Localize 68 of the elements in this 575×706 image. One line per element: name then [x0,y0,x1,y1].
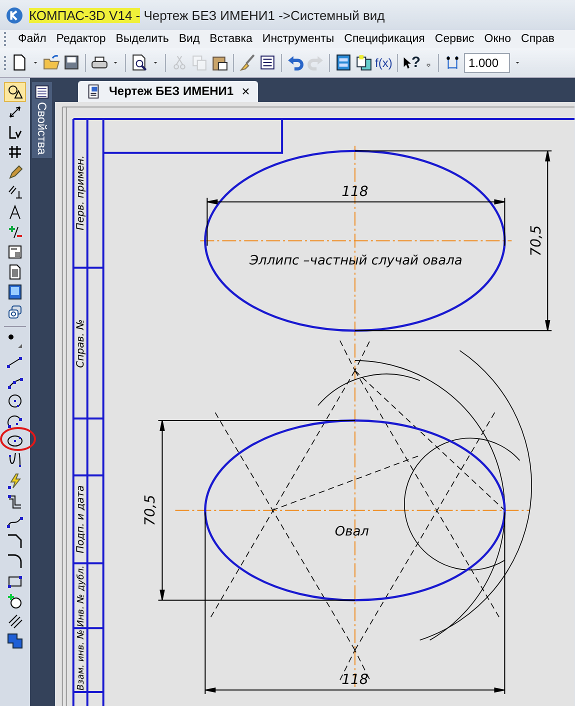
menu-item[interactable]: Вставка [210,33,252,45]
fill-icon [7,633,23,649]
folder-icon[interactable] [43,54,60,71]
shapes-icon [7,84,23,100]
document-icon [7,264,23,280]
library-icon[interactable] [355,54,372,71]
printer-icon[interactable] [91,54,108,71]
close-tab-button[interactable]: × [242,83,250,100]
roughness-icon [7,124,23,140]
compass-icon [7,204,23,220]
fragment-icon [7,244,23,260]
stamp-label: Подп. и дата [75,485,86,554]
menu-item[interactable]: Окно [484,33,512,45]
pencil-icon [7,164,23,180]
stamp-label: Взам. инв. № [76,630,86,691]
window-title: КОМПАС-3D V14 - Чертеж БЕЗ ИМЕНИ1 ->Системный вид [29,8,385,22]
menu-item[interactable]: Справ [521,33,554,45]
context-help-button[interactable]: ? [403,54,420,71]
stamp-label: Перв. примен. [75,155,86,230]
constraint-icon [7,184,23,200]
paste-icon[interactable] [211,54,228,71]
stepped-line-icon [7,493,23,509]
pointer-icon [403,56,412,70]
app-logo-icon [6,6,23,24]
chamfer-icon [7,533,23,549]
rectangle-icon [7,573,23,589]
scale-icon[interactable] [444,54,460,71]
ellipse-icon [7,433,23,449]
new-document-icon[interactable] [11,54,28,71]
spline-icon [7,453,23,469]
circle-icon [7,393,23,409]
point-icon [7,333,23,349]
formula-button[interactable]: f(x) [375,56,392,70]
properties-tab[interactable]: Свойства [32,82,52,158]
drawing-file-icon [86,84,101,99]
add-shape-icon [7,593,23,609]
list-icon[interactable] [259,54,276,71]
arc-icon [7,413,23,429]
dimension-value: 118 [342,184,368,200]
menu-item[interactable]: Редактор [56,33,106,45]
oval-caption: Овал [334,524,369,540]
hatch-icon [7,613,23,629]
dimension-value: 70,5 [528,225,545,256]
undo-icon[interactable] [287,54,304,71]
plus-minus-icon [7,224,23,240]
save-icon[interactable] [63,54,80,71]
lightning-icon [7,473,23,489]
menu-item[interactable]: Вид [178,33,200,45]
menu-item[interactable]: Инструменты [262,33,334,45]
stamp-label: Справ. № [75,319,86,368]
dimension-value: 70,5 [142,494,158,526]
menu-item[interactable]: Спецификация [344,33,425,45]
scale-field[interactable]: 1.000 [464,52,510,72]
spec-icon[interactable] [335,54,352,71]
menu-item[interactable]: Сервис [434,33,474,45]
brush-icon[interactable] [239,54,256,71]
dimension-icon [7,104,23,120]
fillet-icon [7,553,23,569]
document-tab[interactable]: Чертеж БЕЗ ИМЕНИ1 × [78,80,258,102]
preview-icon[interactable] [131,54,148,71]
menu-item[interactable]: Выделить [116,33,169,45]
list-icon [35,85,49,99]
layers-icon [7,304,23,320]
view-icon [7,284,23,300]
shapes-tool[interactable] [4,82,26,102]
menu-item[interactable]: Файл [18,33,46,45]
grid-icon [7,144,23,160]
stamp-label: Инв. № дубл. [76,566,86,627]
